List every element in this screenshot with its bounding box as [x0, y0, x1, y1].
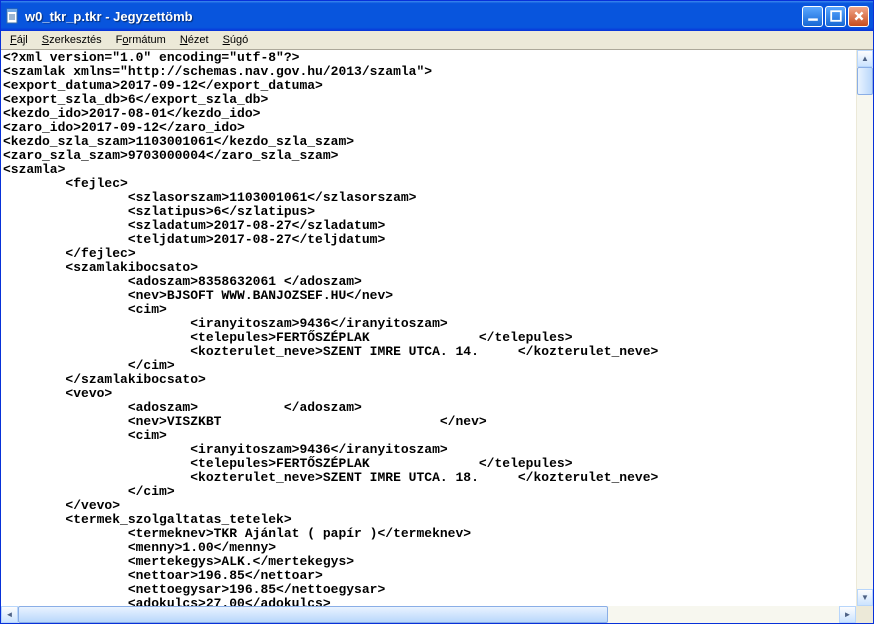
menu-view[interactable]: Nézet: [173, 33, 216, 47]
menubar: Fájl Szerkesztés Formátum Nézet Súgó: [1, 31, 873, 50]
minimize-button[interactable]: [802, 6, 823, 27]
scroll-right-button[interactable]: ►: [839, 606, 856, 623]
menu-file[interactable]: Fájl: [3, 33, 35, 47]
horizontal-scrollbar[interactable]: ◄ ►: [1, 606, 873, 623]
menu-format[interactable]: Formátum: [109, 33, 173, 47]
editor-area: <?xml version="1.0" encoding="utf-8"?> <…: [1, 50, 873, 606]
menu-help[interactable]: Súgó: [216, 33, 256, 47]
notepad-window: w0_tkr_p.tkr - Jegyzettömb Fájl Szerkesz…: [0, 0, 874, 624]
scroll-corner: [856, 606, 873, 623]
window-controls: [802, 6, 869, 27]
scroll-left-button[interactable]: ◄: [1, 606, 18, 623]
vertical-scrollbar[interactable]: ▲ ▼: [856, 50, 873, 606]
menu-edit[interactable]: Szerkesztés: [35, 33, 109, 47]
text-content[interactable]: <?xml version="1.0" encoding="utf-8"?> <…: [1, 50, 856, 606]
hscroll-track[interactable]: [18, 606, 839, 623]
window-title: w0_tkr_p.tkr - Jegyzettömb: [25, 9, 802, 24]
close-button[interactable]: [848, 6, 869, 27]
titlebar[interactable]: w0_tkr_p.tkr - Jegyzettömb: [1, 1, 873, 31]
hscroll-thumb[interactable]: [18, 606, 608, 623]
vscroll-thumb[interactable]: [857, 67, 873, 95]
maximize-button[interactable]: [825, 6, 846, 27]
scroll-down-button[interactable]: ▼: [857, 589, 873, 606]
vscroll-track[interactable]: [857, 67, 873, 589]
scroll-up-button[interactable]: ▲: [857, 50, 873, 67]
notepad-icon: [5, 8, 21, 24]
